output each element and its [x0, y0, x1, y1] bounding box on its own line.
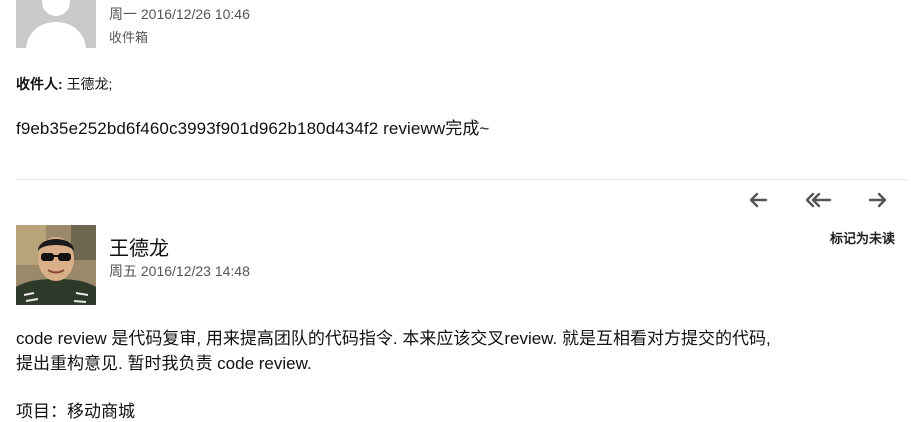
recipients-label: 收件人: — [16, 76, 63, 92]
message-body-line: code review 是代码复审, 用来提高团队的代码指令. 本来应该交叉re… — [16, 329, 771, 348]
arrow-right-icon — [868, 192, 887, 208]
double-arrow-left-icon — [805, 192, 832, 208]
arrow-left-icon — [749, 192, 768, 208]
message-body-line: 提出重构意见. 暂时我负责 code review. — [16, 354, 312, 373]
sender-avatar — [16, 225, 96, 305]
forward-button[interactable] — [866, 188, 890, 212]
person-placeholder-icon — [16, 0, 96, 48]
reply-all-button[interactable] — [804, 188, 832, 212]
message-date: 周五 2016/12/23 14:48 — [109, 263, 250, 279]
recipient-name[interactable]: 王德龙; — [67, 76, 113, 92]
recipients-line: 收件人: 王德龙; — [16, 74, 112, 94]
message-body: code review 是代码复审, 用来提高团队的代码指令. 本来应该交叉re… — [16, 326, 901, 376]
sender-photo — [16, 225, 96, 305]
sender-avatar-placeholder — [16, 0, 96, 48]
message-date: 周一 2016/12/26 10:46 — [109, 6, 250, 22]
message-divider — [16, 179, 907, 180]
message-folder: 收件箱 — [109, 30, 149, 45]
mark-unread-link[interactable]: 标记为未读 — [830, 228, 895, 247]
reply-button[interactable] — [746, 188, 770, 212]
message-body: f9eb35e252bd6f460c3993f901d962b180d434f2… — [16, 119, 490, 138]
sender-name[interactable]: 王德龙 — [109, 232, 169, 261]
message-body-line: 项目：移动商城 — [16, 402, 135, 421]
